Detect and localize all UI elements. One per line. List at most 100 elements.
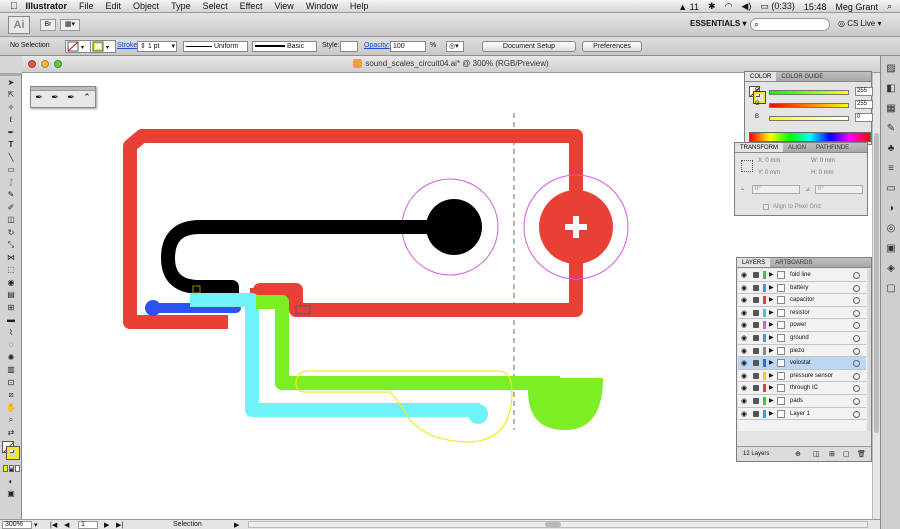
stroke-indicator[interactable] (6, 445, 20, 460)
layers-icon[interactable]: ◈ (883, 260, 899, 276)
last-artboard-icon[interactable]: ▶| (116, 521, 123, 529)
help-search-input[interactable]: ⌕ (750, 18, 830, 31)
align-pixel-grid-checkbox[interactable] (763, 204, 769, 210)
stroke-panel-link[interactable]: Stroke: (117, 42, 139, 49)
stroke-swatch[interactable]: ▾ (90, 40, 116, 53)
pencil-tool-icon[interactable]: ✎ (1, 189, 21, 202)
direct-selection-tool-icon[interactable]: ⇱ (1, 89, 21, 102)
color-guide-icon[interactable]: ◧ (883, 80, 899, 96)
lasso-tool-icon[interactable]: ℓ (1, 114, 21, 127)
clock[interactable]: 15:48 (804, 2, 827, 12)
expand-triangle-icon[interactable]: ▶ (769, 359, 774, 366)
stroke-panel-icon[interactable]: ≡ (883, 160, 899, 176)
menu-effect[interactable]: Effect (240, 1, 263, 11)
variable-width-profile[interactable]: Uniform (183, 41, 248, 52)
green-pressure-pad[interactable] (528, 378, 603, 430)
layer-row[interactable]: ◉ ▶ through IC (738, 382, 866, 395)
brushes-icon[interactable]: ✎ (883, 120, 899, 136)
eye-icon[interactable]: ◉ (741, 384, 747, 392)
volume-icon[interactable]: ◀) (741, 1, 751, 12)
rotate-field[interactable]: 0° (752, 185, 800, 194)
blend-tool-icon[interactable]: ◌ (1, 339, 21, 352)
transform-w-field[interactable]: W: 0 mm (811, 158, 835, 164)
transform-y-field[interactable]: Y: 0 mm (758, 170, 780, 176)
layer-name[interactable]: velostat (790, 360, 811, 366)
swatches-icon[interactable]: ▦ (883, 100, 899, 116)
graphic-style-picker[interactable] (340, 41, 358, 52)
layer-target-icon[interactable] (853, 309, 860, 317)
layer-row[interactable]: ◉ ▶ fold line (738, 269, 866, 282)
line-tool-icon[interactable]: ╲ (1, 151, 21, 164)
locate-object-icon[interactable]: ⊕ (795, 450, 801, 458)
expand-triangle-icon[interactable]: ▶ (769, 296, 774, 303)
expand-triangle-icon[interactable]: ▶ (769, 284, 774, 291)
opacity-field[interactable]: 100 (390, 41, 426, 52)
stroke-weight-field[interactable]: ⇕ 1 pt ▾ (137, 41, 177, 52)
eye-icon[interactable]: ◉ (741, 321, 747, 329)
pen-tool-icon[interactable]: ✒ (1, 126, 21, 139)
workspace-switcher[interactable]: ESSENTIALS ▾ (690, 19, 746, 28)
layer-row[interactable]: ◉ ▶ resistor (738, 307, 866, 320)
lock-icon[interactable] (753, 372, 759, 379)
eye-icon[interactable]: ◉ (741, 372, 747, 380)
layer-target-icon[interactable] (853, 372, 860, 380)
layer-name[interactable]: capacitor (790, 297, 814, 303)
menu-file[interactable]: File (79, 1, 94, 11)
artboard-tool-icon[interactable]: ⊡ (1, 376, 21, 389)
shear-field[interactable]: 0° (815, 185, 863, 194)
magic-wand-tool-icon[interactable]: ✧ (1, 101, 21, 114)
layer-name[interactable]: resistor (790, 310, 810, 316)
layer-name[interactable]: pads (790, 398, 803, 404)
tab-color[interactable]: COLOR (745, 72, 777, 81)
layer-target-icon[interactable] (853, 360, 860, 368)
channel-b-slider[interactable] (769, 116, 849, 121)
lock-icon[interactable] (753, 284, 759, 291)
color-mode-buttons-icon[interactable] (1, 463, 21, 476)
layer-target-icon[interactable] (853, 385, 860, 393)
layer-name[interactable]: power (790, 322, 806, 328)
layer-target-icon[interactable] (853, 272, 860, 279)
opacity-panel-link[interactable]: Opacity: (364, 42, 390, 49)
symbol-sprayer-tool-icon[interactable]: ✺ (1, 351, 21, 364)
expand-triangle-icon[interactable]: ▶ (769, 334, 774, 341)
layer-row[interactable]: ◉ ▶ velostat (738, 357, 866, 370)
recolor-artwork-button[interactable]: ◎▾ (446, 41, 464, 52)
eye-icon[interactable]: ◉ (741, 334, 747, 342)
convert-anchor-icon[interactable]: ⌃ (83, 92, 91, 103)
eye-icon[interactable]: ◉ (741, 284, 747, 292)
expand-triangle-icon[interactable]: ▶ (769, 372, 774, 379)
layer-name[interactable]: through IC (790, 385, 818, 391)
bluetooth-icon[interactable]: ✱ (708, 1, 716, 12)
eye-icon[interactable]: ◉ (741, 347, 747, 355)
layers-scrollbar[interactable] (867, 269, 871, 431)
layer-name[interactable]: battery (790, 285, 808, 291)
artboards-icon[interactable]: ▢ (883, 280, 899, 296)
channel-r-input[interactable]: 255 (855, 87, 873, 96)
drawing-mode-icon[interactable]: ◐ (1, 475, 21, 488)
eye-icon[interactable]: ◉ (741, 271, 747, 279)
column-graph-tool-icon[interactable]: ▥ (1, 364, 21, 377)
gradient-tool-icon[interactable]: ▬ (1, 314, 21, 327)
screen-mode-icon[interactable]: ▣ (1, 488, 21, 501)
reference-point-icon[interactable] (741, 160, 753, 172)
lock-icon[interactable] (753, 347, 759, 354)
flyout-grip[interactable] (31, 87, 95, 91)
expand-triangle-icon[interactable]: ▶ (769, 410, 774, 417)
layer-row[interactable]: ◉ ▶ capacitor (738, 294, 866, 307)
graphic-styles-icon[interactable]: ▣ (883, 240, 899, 256)
transform-x-field[interactable]: X: 0 mm (758, 158, 780, 164)
swap-fill-stroke-icon[interactable]: ⇄ (1, 426, 21, 439)
eraser-tool-icon[interactable]: ◫ (1, 214, 21, 227)
bridge-button[interactable]: Br (40, 19, 56, 31)
expand-triangle-icon[interactable]: ▶ (769, 321, 774, 328)
menu-help[interactable]: Help (350, 1, 369, 11)
preferences-button[interactable]: Preferences (582, 41, 642, 52)
expand-triangle-icon[interactable]: ▶ (769, 309, 774, 316)
menu-select[interactable]: Select (203, 1, 228, 11)
expand-triangle-icon[interactable]: ▶ (769, 384, 774, 391)
horizontal-scroll-thumb[interactable] (545, 522, 561, 527)
menu-type[interactable]: Type (171, 1, 191, 11)
hand-tool-icon[interactable]: ✋ (1, 401, 21, 414)
eye-icon[interactable]: ◉ (741, 309, 747, 317)
layer-name[interactable]: fold line (790, 272, 811, 278)
